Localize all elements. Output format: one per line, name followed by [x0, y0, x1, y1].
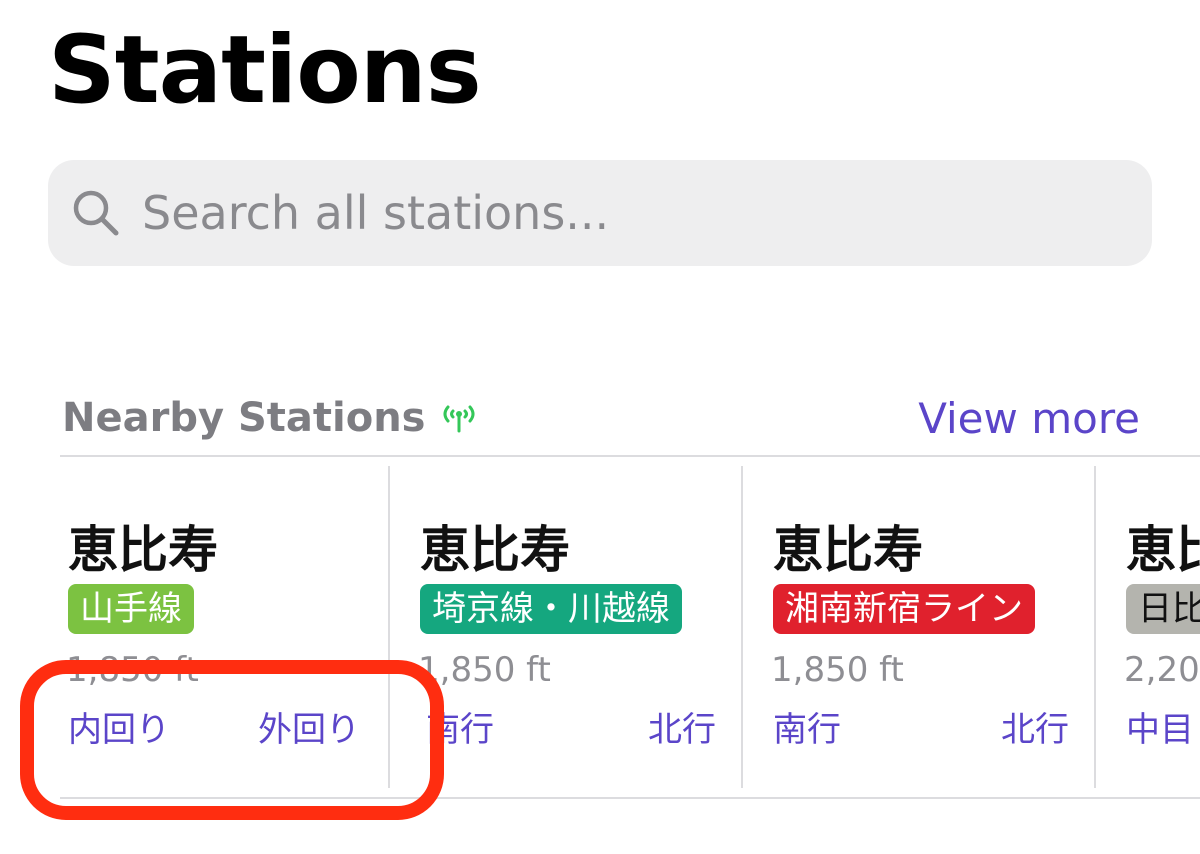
divider — [60, 455, 1200, 457]
search-icon — [68, 185, 124, 241]
search-input[interactable] — [142, 186, 1122, 240]
card-divider — [1094, 466, 1096, 788]
card-divider — [741, 466, 743, 788]
station-name: 恵比寿 — [773, 521, 923, 579]
station-name: 恵比 — [1126, 521, 1200, 579]
card-divider — [388, 466, 390, 788]
nearby-stations-header: Nearby Stations View more — [62, 388, 1140, 448]
direction-button-southbound[interactable]: 南行 — [426, 702, 494, 751]
station-distance: 1,850 ft — [66, 650, 199, 690]
direction-button-southbound[interactable]: 南行 — [773, 702, 841, 751]
station-distance: 1,850 ft — [418, 650, 551, 690]
divider — [60, 797, 1200, 799]
station-card[interactable]: 恵比寿 山手線 1,850 ft 内回り 外回り — [60, 466, 388, 788]
line-badge: 湘南新宿ライン — [773, 584, 1035, 634]
stations-screen: Stations Nearby Stations View more 恵比寿 — [0, 0, 1200, 854]
direction-button[interactable]: 中目 — [1126, 702, 1194, 751]
section-title: Nearby Stations — [62, 395, 426, 441]
station-name: 恵比寿 — [420, 521, 570, 579]
view-more-link[interactable]: View more — [918, 394, 1140, 443]
line-badge: 埼京線・川越線 — [420, 584, 682, 634]
direction-button-northbound[interactable]: 北行 — [1001, 702, 1069, 751]
station-distance: 2,20 — [1124, 650, 1200, 690]
page-title: Stations — [48, 16, 482, 125]
antenna-signal-icon — [439, 401, 479, 435]
station-distance: 1,850 ft — [771, 650, 904, 690]
search-bar[interactable] — [48, 160, 1152, 266]
direction-button-outer-loop[interactable]: 外回り — [258, 702, 360, 751]
line-badge: 山手線 — [68, 584, 194, 634]
station-card[interactable]: 恵比 日比 2,20 中目 — [1118, 466, 1200, 788]
direction-button-northbound[interactable]: 北行 — [648, 702, 716, 751]
station-card[interactable]: 恵比寿 湘南新宿ライン 1,850 ft 南行 北行 — [765, 466, 1093, 788]
direction-button-inner-loop[interactable]: 内回り — [68, 702, 170, 751]
station-card[interactable]: 恵比寿 埼京線・川越線 1,850 ft 南行 北行 — [412, 466, 740, 788]
line-badge: 日比 — [1126, 584, 1200, 634]
station-name: 恵比寿 — [68, 521, 218, 579]
